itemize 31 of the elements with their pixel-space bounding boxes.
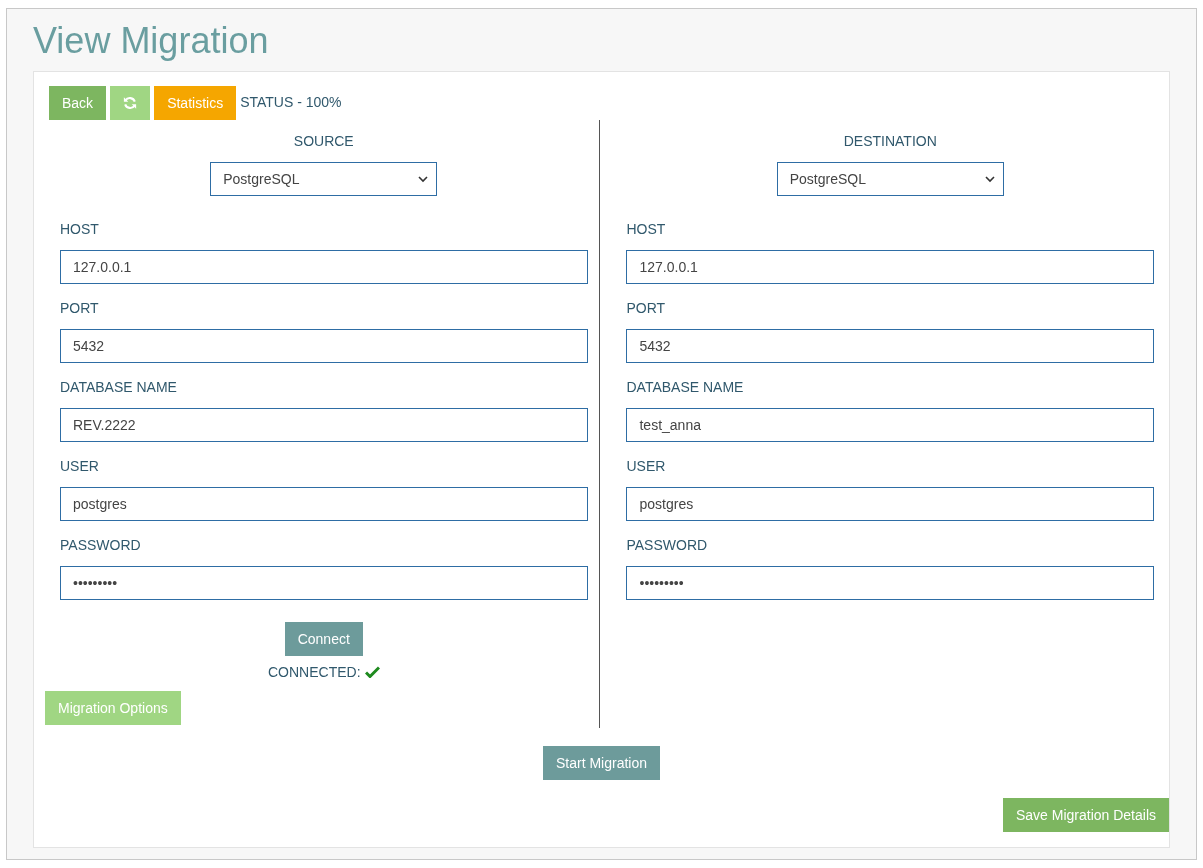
field-label: HOST <box>626 221 666 237</box>
field-label: HOST <box>60 221 99 237</box>
field-label: USER <box>60 458 99 474</box>
input-field[interactable]: ••••••••• <box>626 566 1154 600</box>
input-field[interactable]: ••••••••• <box>60 566 588 600</box>
input-field[interactable]: test_anna <box>626 408 1154 442</box>
field-label: DATABASE NAME <box>60 379 177 395</box>
input-field[interactable]: 5432 <box>60 329 588 363</box>
refresh-button[interactable] <box>110 86 151 120</box>
connection-status: CONNECTED: <box>267 664 361 680</box>
input-field[interactable]: 127.0.0.1 <box>60 250 588 284</box>
field-label: PORT <box>60 300 99 316</box>
input-field[interactable]: postgres <box>60 487 588 521</box>
field-label: DATABASE NAME <box>626 379 744 395</box>
panel-heading: SOURCE <box>293 133 354 149</box>
chevron-down-icon <box>984 175 995 183</box>
input-field[interactable]: REV.2222 <box>60 408 588 442</box>
refresh-icon <box>123 96 138 110</box>
field-label: PASSWORD <box>60 537 141 553</box>
database-select[interactable]: PostgreSQL <box>776 162 1004 196</box>
input-field[interactable]: postgres <box>626 487 1154 521</box>
chevron-down-icon <box>418 175 429 183</box>
field-label: PASSWORD <box>626 537 708 553</box>
input-field[interactable]: 127.0.0.1 <box>626 250 1154 284</box>
input-field[interactable]: 5432 <box>626 329 1154 363</box>
status-text: STATUS - 100% <box>240 93 342 110</box>
panel-heading: DESTINATION <box>843 133 937 149</box>
database-select[interactable]: PostgreSQL <box>210 162 438 196</box>
field-label: USER <box>626 458 666 474</box>
field-label: PORT <box>626 300 666 316</box>
page-title: View Migration <box>33 21 270 61</box>
